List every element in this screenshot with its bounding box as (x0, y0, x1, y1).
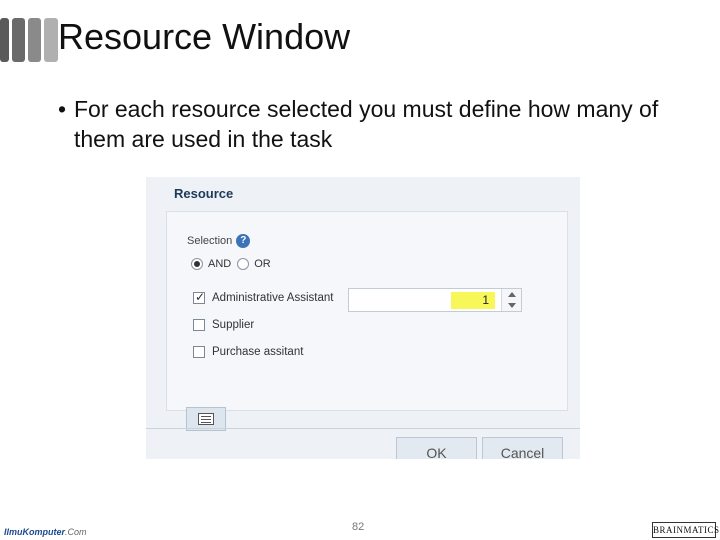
chevron-down-icon[interactable] (508, 303, 516, 308)
title-accent-bars (0, 18, 58, 62)
resource-label: Administrative Assistant (212, 292, 334, 304)
dialog-divider (146, 428, 580, 429)
quantity-value: 1 (482, 293, 489, 307)
spin-buttons (501, 289, 521, 311)
resource-label: Purchase assitant (212, 346, 304, 358)
radio-or[interactable] (237, 258, 250, 270)
resource-dialog: Resource Selection ? AND OR Administrati… (146, 177, 580, 459)
chevron-up-icon[interactable] (508, 292, 516, 297)
resource-item-supplier: Supplier (193, 319, 254, 331)
footer-brand-logo: IlmuKomputer.Com (4, 527, 87, 537)
list-icon (198, 413, 214, 425)
bullet-text: For each resource selected you must defi… (74, 96, 659, 152)
resource-panel: Selection ? AND OR Administrative Assist… (166, 211, 568, 411)
resource-item-administrative-assistant: Administrative Assistant (193, 290, 334, 304)
ok-button[interactable]: OK (396, 437, 477, 459)
slide-title: Resource Window (58, 16, 351, 57)
quantity-stepper[interactable]: 1 (348, 288, 522, 312)
help-icon[interactable]: ? (236, 234, 251, 248)
bullet-point: • For each resource selected you must de… (58, 94, 678, 154)
bullet-dot: • (58, 96, 67, 122)
radio-or-label: OR (254, 258, 271, 270)
resource-label: Supplier (212, 319, 255, 331)
page-number: 82 (352, 521, 365, 533)
cancel-button[interactable]: Cancel (482, 437, 563, 459)
brainmatics-logo: BRAINMATICS (652, 522, 719, 538)
accent-bar (12, 18, 25, 62)
selection-label: Selection ? (187, 234, 251, 248)
accent-bar (0, 18, 9, 62)
purchase-assistant-checkbox[interactable] (193, 346, 205, 358)
accent-bar (28, 18, 41, 62)
footer-brand-name: IlmuKomputer (4, 527, 66, 537)
accent-bar (44, 18, 58, 62)
selection-label-text: Selection (187, 235, 233, 247)
footer-brand-suffix: .Com (65, 527, 87, 537)
dialog-title: Resource (174, 186, 234, 201)
radio-and[interactable] (191, 258, 203, 270)
selection-radio-group: AND OR (191, 258, 277, 270)
administrative-assistant-checkbox[interactable] (193, 290, 205, 304)
resource-item-purchase-assistant: Purchase assitant (193, 346, 303, 358)
radio-and-label: AND (208, 258, 232, 270)
supplier-checkbox[interactable] (193, 319, 205, 331)
